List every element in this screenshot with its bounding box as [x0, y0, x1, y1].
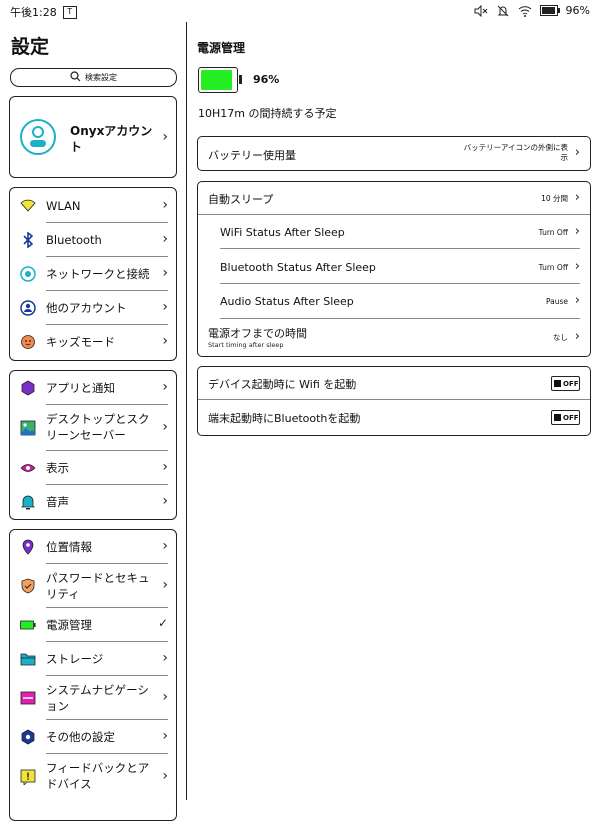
battery-level-indicator [198, 67, 242, 93]
battery-percent: 96% [253, 73, 280, 86]
chevron-right-icon: › [574, 190, 580, 205]
wifi-after-sleep-value: Turn Off [538, 228, 568, 237]
chevron-right-icon: › [162, 379, 168, 395]
bluetooth-after-sleep-value: Turn Off [538, 263, 568, 272]
wifi-icon [20, 198, 36, 214]
chevron-right-icon: › [574, 145, 580, 160]
sidebar-group-connectivity: WLAN › Bluetooth › ネットワークと接続 › 他のアカウント ›… [9, 187, 177, 361]
status-time: 午後1:28 [10, 6, 57, 19]
bluetooth-on-startup-row[interactable]: 端末起動時にBluetoothを起動 OFF [198, 400, 590, 434]
chevron-right-icon: › [162, 419, 168, 435]
sidebar-title: 設定 [11, 36, 50, 58]
chevron-right-icon: › [162, 768, 168, 784]
chevron-right-icon: › [574, 293, 580, 308]
power-off-timer-row[interactable]: 電源オフまでの時間 Start timing after sleep なし › [198, 319, 590, 355]
sidebar-group-system: 位置情報 › パスワードとセキュリティ › 電源管理 ✓ ストレージ › システ… [9, 529, 177, 821]
user-icon [20, 119, 56, 155]
battery-icon [539, 5, 560, 16]
chevron-right-icon: › [162, 577, 168, 593]
sidebar-item-display[interactable]: 表示 › [10, 451, 176, 485]
eye-icon [20, 460, 36, 476]
pane-divider [186, 22, 187, 800]
notification-icon: T [62, 5, 77, 19]
power-off-timer-sub: Start timing after sleep [208, 341, 284, 349]
sidebar-item-kids-mode[interactable]: キッズモード › [10, 325, 176, 359]
bell-icon [20, 494, 36, 510]
chevron-right-icon: › [162, 265, 168, 281]
wifi-after-sleep-row[interactable]: WiFi Status After Sleep Turn Off › [198, 215, 590, 249]
chevron-right-icon: › [162, 538, 168, 554]
startup-settings-card: デバイス起動時に Wifi を起動 OFF 端末起動時にBluetoothを起動… [197, 366, 591, 436]
power-off-timer-value: なし [553, 333, 568, 342]
sidebar-item-system-navigation[interactable]: システムナビゲーション › [10, 676, 176, 720]
sidebar-group-apps: アプリと通知 › デスクトップとスクリーンセーバー › 表示 › 音声 › [9, 370, 177, 520]
sidebar-item-password-security[interactable]: パスワードとセキュリティ › [10, 564, 176, 608]
wifi-icon [518, 5, 532, 17]
apps-icon [20, 380, 36, 396]
auto-sleep-value: 10 分間 [541, 194, 568, 203]
sidebar-item-power-management[interactable]: 電源管理 ✓ [10, 608, 176, 642]
chevron-right-icon: › [162, 129, 168, 145]
sleep-settings-card: 自動スリープ 10 分間 › WiFi Status After Sleep T… [197, 181, 591, 357]
sidebar-item-other-settings[interactable]: その他の設定 › [10, 720, 176, 754]
sidebar-item-wlan[interactable]: WLAN › [10, 189, 176, 223]
sidebar-item-desktop-screensaver[interactable]: デスクトップとスクリーンセーバー › [10, 405, 176, 451]
mute-icon [474, 4, 488, 17]
search-icon [70, 71, 81, 84]
account-card[interactable]: Onyxアカウント › [9, 96, 177, 178]
chevron-right-icon: › [162, 459, 168, 475]
chevron-right-icon: › [162, 197, 168, 213]
audio-after-sleep-row[interactable]: Audio Status After Sleep Pause › [198, 284, 590, 319]
chevron-right-icon: › [574, 224, 580, 239]
remaining-time: 10H17m の間持続する予定 [198, 107, 337, 120]
battery-usage-value: バッテリーアイコンの外側に表示 [463, 143, 568, 162]
bluetooth-after-sleep-row[interactable]: Bluetooth Status After Sleep Turn Off › [198, 249, 590, 284]
chevron-right-icon: › [162, 493, 168, 509]
chevron-right-icon: › [162, 650, 168, 666]
account-icon [20, 300, 36, 316]
wifi-on-startup-row[interactable]: デバイス起動時に Wifi を起動 OFF [198, 367, 590, 400]
chevron-right-icon: › [162, 728, 168, 744]
battery-usage-row[interactable]: バッテリー使用量 バッテリーアイコンの外側に表示 › [197, 136, 591, 171]
sidebar-item-location[interactable]: 位置情報 › [10, 530, 176, 564]
location-icon [20, 539, 36, 555]
sidebar-item-apps-notifications[interactable]: アプリと通知 › [10, 371, 176, 405]
sidebar-item-bluetooth[interactable]: Bluetooth › [10, 223, 176, 257]
checkmark-icon: ✓ [157, 616, 168, 630]
bluetooth-icon [20, 231, 36, 249]
battery-icon [20, 617, 36, 633]
bell-off-icon [496, 5, 510, 17]
status-bar: 午後1:28 T 96% [0, 0, 600, 22]
page-title: 電源管理 [197, 41, 246, 55]
feedback-icon [20, 769, 36, 786]
kids-icon [20, 334, 36, 350]
sidebar-item-sound[interactable]: 音声 › [10, 485, 176, 519]
search-placeholder: 検索設定 [85, 73, 117, 82]
chevron-right-icon: › [162, 299, 168, 315]
network-icon [20, 266, 36, 282]
chevron-right-icon: › [574, 259, 580, 274]
account-label: Onyxアカウント [70, 124, 153, 154]
bluetooth-on-startup-toggle[interactable]: OFF [551, 410, 580, 425]
battery-usage-label: バッテリー使用量 [208, 149, 296, 162]
navigation-icon [20, 690, 36, 706]
folder-icon [20, 651, 36, 667]
sidebar-item-network[interactable]: ネットワークと接続 › [10, 257, 176, 291]
shield-icon [20, 578, 36, 594]
sidebar-item-other-accounts[interactable]: 他のアカウント › [10, 291, 176, 325]
battery-percent-status: 96% [565, 4, 590, 17]
chevron-right-icon: › [162, 231, 168, 247]
sidebar-item-feedback[interactable]: フィードバックとアドバイス › [10, 754, 176, 800]
chevron-right-icon: › [574, 329, 580, 344]
search-input[interactable]: 検索設定 [10, 68, 177, 87]
gear-icon [20, 729, 36, 745]
sidebar-item-storage[interactable]: ストレージ › [10, 642, 176, 676]
chevron-right-icon: › [162, 333, 168, 349]
wifi-on-startup-toggle[interactable]: OFF [551, 376, 580, 391]
desktop-icon [20, 420, 36, 436]
audio-after-sleep-value: Pause [545, 297, 568, 306]
auto-sleep-row[interactable]: 自動スリープ 10 分間 › [198, 182, 590, 215]
chevron-right-icon: › [162, 689, 168, 705]
